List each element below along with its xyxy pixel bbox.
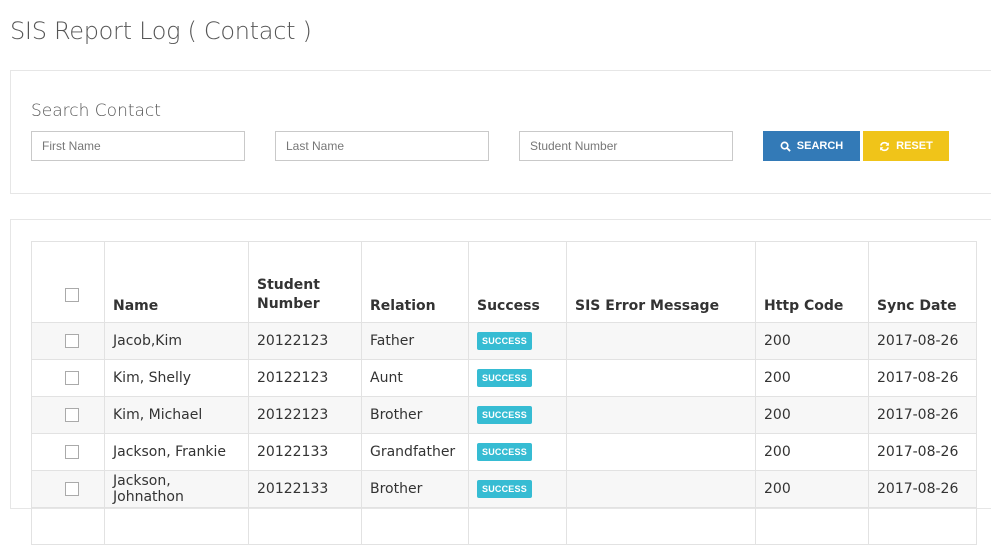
cell-success: SUCCESS: [468, 322, 567, 360]
reset-button[interactable]: RESET: [863, 131, 949, 161]
results-panel: Name Student Number Relation Success SIS…: [10, 219, 991, 545]
cell-http-code: 200: [755, 470, 869, 508]
student-number-input[interactable]: [519, 131, 733, 161]
select-all-header: [31, 241, 105, 323]
header-sync-date[interactable]: Sync Date: [868, 241, 977, 323]
status-badge: SUCCESS: [477, 443, 532, 461]
cell-success: SUCCESS: [468, 359, 567, 397]
cell-sis-error-message: [566, 433, 756, 471]
cell-sync-date: 2017-08-26: [868, 470, 977, 508]
cell-sync-date: 2017-08-26: [868, 359, 977, 397]
cell-relation: [361, 507, 469, 545]
search-title: Search Contact: [31, 101, 161, 121]
select-all-checkbox[interactable]: [65, 288, 79, 302]
cell-name: Jackson, Frankie: [104, 433, 249, 471]
cell-sync-date: 2017-08-26: [868, 433, 977, 471]
cell-relation: Father: [361, 322, 469, 360]
cell-name: Jackson, Johnathon: [104, 470, 249, 508]
table-row[interactable]: Jacob,Kim 20122123 Father SUCCESS 200 20…: [31, 322, 977, 360]
search-button[interactable]: SEARCH: [763, 131, 860, 161]
page-title: SIS Report Log ( Contact ): [10, 17, 312, 45]
cell-success: [468, 507, 567, 545]
cell-student-number: 20122133: [248, 433, 362, 471]
header-student-number[interactable]: Student Number: [248, 241, 362, 323]
cell-relation: Aunt: [361, 359, 469, 397]
table-row[interactable]: [31, 507, 977, 545]
table-row[interactable]: Jackson, Johnathon 20122133 Brother SUCC…: [31, 470, 977, 508]
cell-name: Kim, Shelly: [104, 359, 249, 397]
cell-sis-error-message: [566, 396, 756, 434]
last-name-input[interactable]: [275, 131, 489, 161]
cell-sync-date: 2017-08-26: [868, 396, 977, 434]
cell-http-code: 200: [755, 359, 869, 397]
cell-sync-date: [868, 507, 977, 545]
row-select-cell: [31, 396, 105, 434]
header-success[interactable]: Success: [468, 241, 567, 323]
row-checkbox[interactable]: [65, 408, 79, 422]
table-row[interactable]: Kim, Michael 20122123 Brother SUCCESS 20…: [31, 396, 977, 434]
header-sis-error-message[interactable]: SIS Error Message: [566, 241, 756, 323]
cell-http-code: [755, 507, 869, 545]
table-row[interactable]: Kim, Shelly 20122123 Aunt SUCCESS 200 20…: [31, 359, 977, 397]
refresh-icon: [879, 141, 890, 152]
cell-student-number: [248, 507, 362, 545]
cell-success: SUCCESS: [468, 396, 567, 434]
header-http-code[interactable]: Http Code: [755, 241, 869, 323]
row-checkbox[interactable]: [65, 371, 79, 385]
cell-name: Kim, Michael: [104, 396, 249, 434]
cell-sync-date: 2017-08-26: [868, 322, 977, 360]
cell-sis-error-message: [566, 507, 756, 545]
reset-button-label: RESET: [896, 140, 933, 152]
first-name-input[interactable]: [31, 131, 245, 161]
status-badge: SUCCESS: [477, 369, 532, 387]
table-header-row: Name Student Number Relation Success SIS…: [31, 241, 977, 323]
row-select-cell: [31, 507, 105, 545]
cell-http-code: 200: [755, 322, 869, 360]
cell-sis-error-message: [566, 470, 756, 508]
cell-success: SUCCESS: [468, 470, 567, 508]
header-student-number-label: Student Number: [257, 277, 320, 312]
search-icon: [780, 141, 791, 152]
row-select-cell: [31, 433, 105, 471]
row-select-cell: [31, 470, 105, 508]
status-badge: SUCCESS: [477, 480, 532, 498]
cell-name: Jacob,Kim: [104, 322, 249, 360]
header-name[interactable]: Name: [104, 241, 249, 323]
status-badge: SUCCESS: [477, 332, 532, 350]
cell-student-number: 20122123: [248, 359, 362, 397]
cell-relation: Brother: [361, 470, 469, 508]
row-checkbox[interactable]: [65, 482, 79, 496]
cell-student-number: 20122123: [248, 396, 362, 434]
cell-relation: Brother: [361, 396, 469, 434]
cell-relation: Grandfather: [361, 433, 469, 471]
row-select-cell: [31, 322, 105, 360]
header-relation[interactable]: Relation: [361, 241, 469, 323]
cell-student-number: 20122123: [248, 322, 362, 360]
row-checkbox[interactable]: [65, 445, 79, 459]
results-table: Name Student Number Relation Success SIS…: [31, 241, 977, 545]
search-panel: Search Contact SEARCH RESET: [10, 70, 991, 194]
cell-sis-error-message: [566, 322, 756, 360]
row-checkbox[interactable]: [65, 334, 79, 348]
cell-success: SUCCESS: [468, 433, 567, 471]
cell-http-code: 200: [755, 433, 869, 471]
status-badge: SUCCESS: [477, 406, 532, 424]
row-select-cell: [31, 359, 105, 397]
table-row[interactable]: Jackson, Frankie 20122133 Grandfather SU…: [31, 433, 977, 471]
search-button-label: SEARCH: [796, 140, 844, 152]
cell-name: [104, 507, 249, 545]
cell-sis-error-message: [566, 359, 756, 397]
cell-http-code: 200: [755, 396, 869, 434]
cell-student-number: 20122133: [248, 470, 362, 508]
